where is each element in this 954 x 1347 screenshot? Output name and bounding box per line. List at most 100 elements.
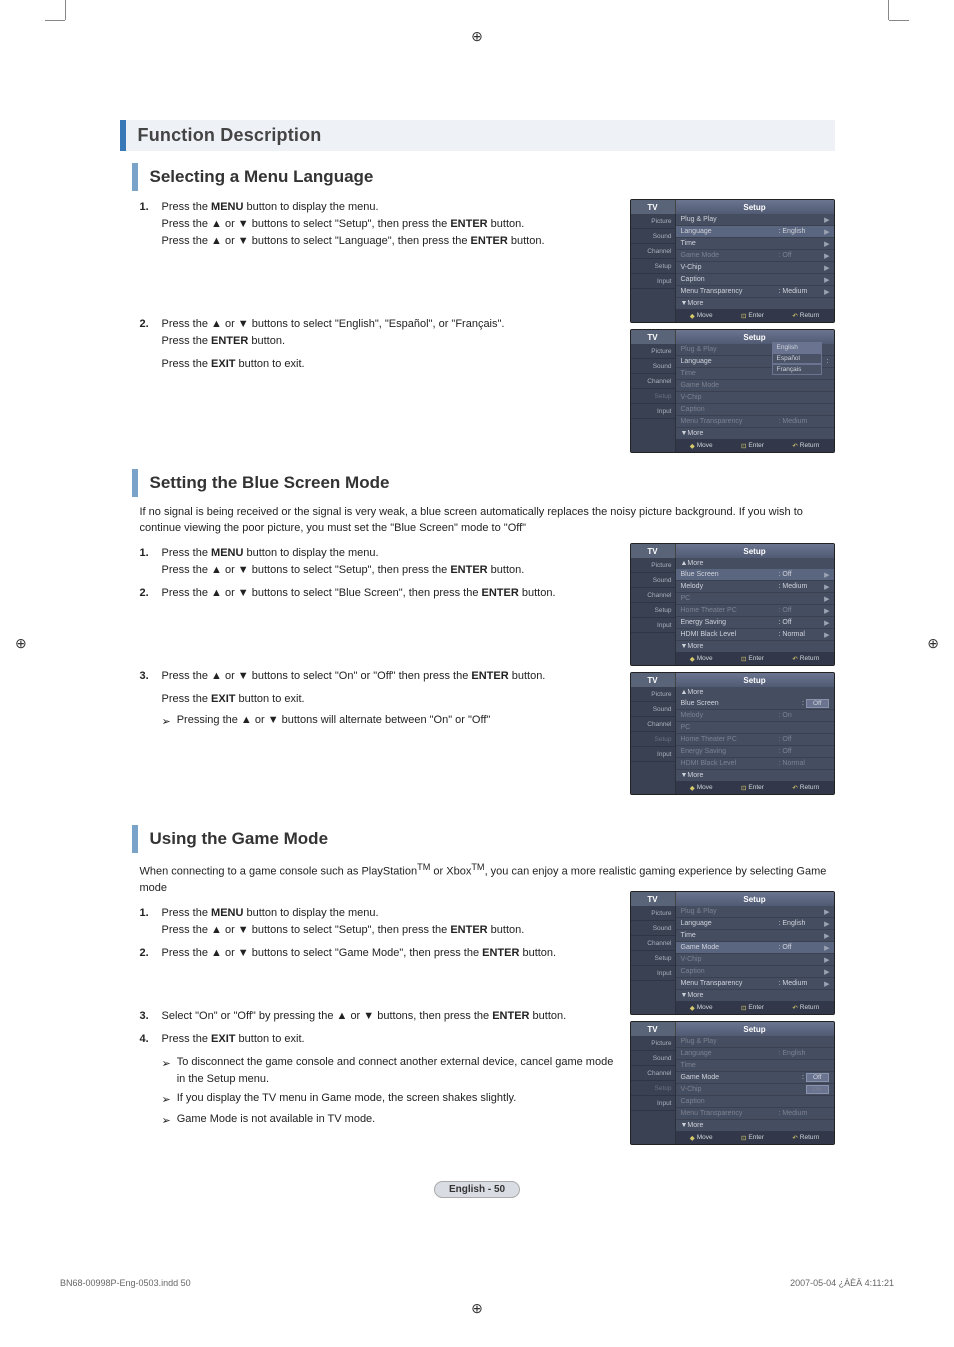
osd-footer: ◆Move⊡Enter↶Return	[676, 652, 834, 665]
note-arrow-icon: ➢	[162, 1113, 171, 1130]
osd-side-sound: Sound	[631, 359, 675, 374]
osd-footer: ◆Move⊡Enter↶Return	[676, 781, 834, 794]
osd-side-setup: Setup	[631, 1081, 675, 1096]
step-number: 4.	[140, 1031, 162, 1048]
osd-row-selected: Blue Screen: Off▶	[676, 569, 834, 581]
osd-tv-label: TV	[631, 892, 676, 906]
osd-side-channel: Channel	[631, 1066, 675, 1081]
osd-footer: ◆Move⊡Enter↶Return	[676, 439, 834, 452]
osd-row-selected: Language: English▶	[676, 226, 834, 238]
registration-mark-icon: ⊕	[927, 635, 939, 652]
osd-row: Language: English▶	[676, 918, 834, 930]
step-number: 3.	[140, 1008, 162, 1025]
registration-mark-icon: ⊕	[0, 1300, 954, 1317]
osd-side-channel: Channel	[631, 717, 675, 732]
subsection-title-gamemode: Using the Game Mode	[132, 825, 835, 853]
step-number: 2.	[140, 585, 162, 602]
osd-row: Plug & Play▶	[676, 906, 834, 918]
osd-row: HDMI Black Level: Normal▶	[676, 629, 834, 641]
osd-setup-language-dropdown: TVSetup Picture Sound Channel Setup Inpu…	[630, 329, 835, 453]
step-number: 3.	[140, 668, 162, 685]
osd-row: V-Chip▶	[676, 262, 834, 274]
osd-row: Home Theater PC: Off	[676, 734, 834, 746]
osd-side-channel: Channel	[631, 244, 675, 259]
osd-row: Blue Screen: Off	[676, 698, 834, 710]
osd-tv-label: TV	[631, 544, 676, 558]
osd-side-channel: Channel	[631, 936, 675, 951]
osd-row: Language: English	[676, 1048, 834, 1060]
subsection-title-language: Selecting a Menu Language	[132, 163, 835, 191]
doc-footer-right: 2007-05-04 ¿ÀÈÄ 4:11:21	[790, 1278, 894, 1288]
osd-more: ▼More	[676, 990, 834, 1001]
osd-side-picture: Picture	[631, 558, 675, 573]
note-arrow-icon: ➢	[162, 1092, 171, 1109]
osd-setup-bluescreen: TVSetup Picture Sound Channel Setup Inpu…	[630, 543, 835, 666]
osd-tv-label: TV	[631, 1022, 676, 1036]
osd-row: Time	[676, 1060, 834, 1072]
note-arrow-icon: ➢	[162, 1056, 171, 1088]
osd-side-picture: Picture	[631, 344, 675, 359]
osd-setup-gamemode: TVSetup Picture Sound Channel Setup Inpu…	[630, 891, 835, 1015]
intro-text: If no signal is being received or the si…	[140, 505, 835, 537]
osd-side-input: Input	[631, 618, 675, 633]
osd-footer: ◆Move⊡Enter↶Return	[676, 309, 834, 322]
osd-title: Setup	[676, 892, 834, 906]
osd-side-setup: Setup	[631, 259, 675, 274]
osd-row: Plug & Play▶	[676, 214, 834, 226]
osd-row: Game Mode: Off	[676, 1072, 834, 1084]
osd-setup-language: TVSetup Picture Sound Channel Setup Inpu…	[630, 199, 835, 323]
osd-row: Menu Transparency: Medium	[676, 416, 834, 428]
osd-side-setup: Setup	[631, 603, 675, 618]
osd-footer: ◆Move⊡Enter↶Return	[676, 1001, 834, 1014]
osd-side-sound: Sound	[631, 229, 675, 244]
osd-side-sound: Sound	[631, 1051, 675, 1066]
osd-side-picture: Picture	[631, 906, 675, 921]
osd-side-setup: Setup	[631, 732, 675, 747]
osd-more: ▼More	[676, 1120, 834, 1131]
osd-row: Game Mode: Off▶	[676, 250, 834, 262]
osd-row: Energy Saving: Off▶	[676, 617, 834, 629]
osd-side-picture: Picture	[631, 1036, 675, 1051]
osd-row: Melody: On	[676, 710, 834, 722]
osd-row: Melody: Medium▶	[676, 581, 834, 593]
osd-side-input: Input	[631, 1096, 675, 1111]
osd-title: Setup	[676, 673, 834, 687]
osd-row: Energy Saving: Off	[676, 746, 834, 758]
osd-title: Setup	[676, 1022, 834, 1036]
osd-lang-es: Español	[772, 353, 822, 364]
osd-side-sound: Sound	[631, 573, 675, 588]
step-number: 2.	[140, 316, 162, 350]
osd-tv-label: TV	[631, 673, 676, 687]
osd-more: ▼More	[676, 641, 834, 652]
registration-mark-icon: ⊕	[471, 28, 483, 45]
osd-more: ▼More	[676, 428, 834, 439]
osd-more: ▼More	[676, 298, 834, 309]
step-number: 1.	[140, 545, 162, 579]
osd-row: Plug & Play	[676, 1036, 834, 1048]
osd-side-picture: Picture	[631, 687, 675, 702]
osd-row-selected: Game Mode: Off▶	[676, 942, 834, 954]
registration-mark-icon: ⊕	[15, 635, 27, 652]
osd-row: Caption▶	[676, 274, 834, 286]
osd-tv-label: TV	[631, 200, 676, 214]
osd-side-picture: Picture	[631, 214, 675, 229]
osd-title: Setup	[676, 544, 834, 558]
osd-setup-gamemode-drop: TVSetup Picture Sound Channel Setup Inpu…	[630, 1021, 835, 1145]
osd-more-up: ▲More	[676, 558, 834, 569]
osd-side-sound: Sound	[631, 921, 675, 936]
osd-more: ▼More	[676, 770, 834, 781]
osd-lang-en: English	[772, 342, 822, 353]
osd-side-channel: Channel	[631, 588, 675, 603]
osd-tv-label: TV	[631, 330, 676, 344]
osd-row: Game Mode	[676, 380, 834, 392]
osd-title: Setup	[676, 200, 834, 214]
osd-side-setup: Setup	[631, 951, 675, 966]
osd-row: Menu Transparency: Medium▶	[676, 286, 834, 298]
osd-side-sound: Sound	[631, 702, 675, 717]
osd-row: Time▶	[676, 238, 834, 250]
osd-row: HDMI Black Level: Normal	[676, 758, 834, 770]
note-arrow-icon: ➢	[162, 714, 171, 731]
osd-row: Menu Transparency: Medium▶	[676, 978, 834, 990]
osd-row: V-ChipOn	[676, 1084, 834, 1096]
osd-row: Time▶	[676, 930, 834, 942]
